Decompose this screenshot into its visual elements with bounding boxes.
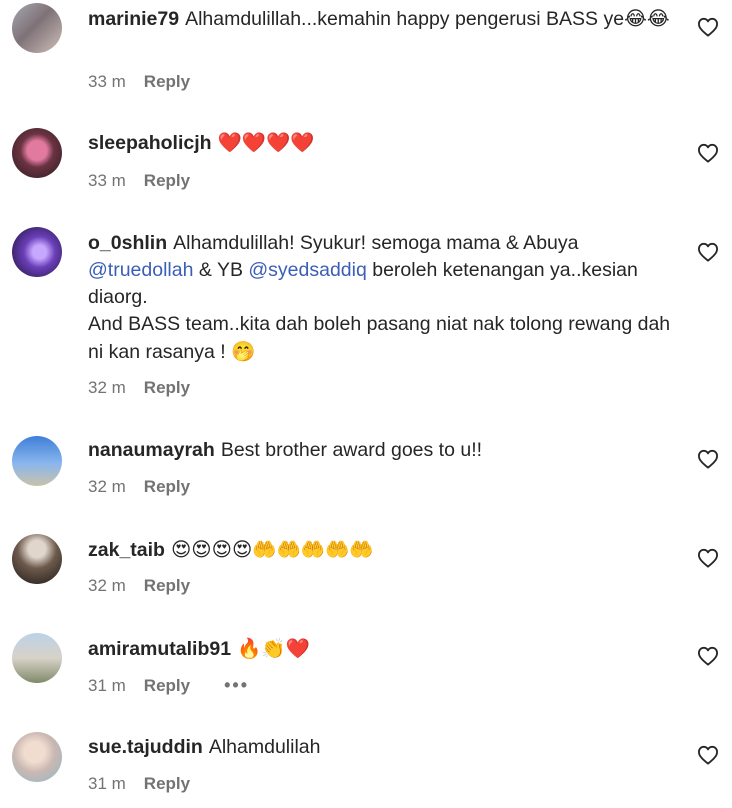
heart-icon[interactable]	[697, 646, 719, 666]
comment-text: Best brother award goes to u!!	[220, 439, 483, 461]
reply-button[interactable]: Reply	[144, 477, 190, 497]
comment-timestamp: 31 m	[88, 675, 126, 695]
comment-meta: 31 m Reply •••	[88, 675, 249, 696]
mention-link[interactable]: @truedollah	[88, 259, 193, 281]
comment-timestamp: 33 m	[88, 171, 126, 190]
reply-button[interactable]: Reply	[144, 171, 190, 191]
comment-body: zak_taib 😍😍😍😍🤲🤲🤲🤲🤲	[88, 536, 673, 564]
comment-text: Alhamdulillah! Syukur! semoga mama & Abu…	[173, 232, 579, 254]
avatar[interactable]	[12, 633, 62, 683]
avatar[interactable]	[12, 534, 62, 584]
comment-timestamp: 33 m	[88, 72, 126, 91]
comment-body: nanaumayrah Best brother award goes to u!…	[88, 437, 673, 464]
comment-emoji: ❤️❤️❤️❤️	[217, 131, 315, 154]
comment-meta: 32 m Reply	[88, 477, 190, 497]
comment-text: & YB	[193, 259, 249, 281]
comment-username[interactable]: amiramutalib91	[88, 638, 231, 660]
heart-icon[interactable]	[697, 143, 719, 163]
comment-body: o_0shlin Alhamdulillah! Syukur! semoga ma…	[88, 230, 673, 366]
comment-meta: 33 m Reply	[88, 72, 190, 92]
heart-icon[interactable]	[697, 449, 719, 469]
comment-timestamp: 32 m	[88, 477, 126, 496]
avatar[interactable]	[12, 128, 62, 178]
mention-link[interactable]: @syedsaddiq	[248, 259, 366, 281]
comment-emoji: 😂😂	[624, 7, 670, 30]
comment-username[interactable]: nanaumayrah	[88, 439, 215, 461]
comment-body: marinie79 Alhamdulillah...kemahin happy p…	[88, 5, 673, 33]
avatar[interactable]	[12, 732, 62, 782]
comment-username[interactable]: zak_taib	[88, 539, 165, 561]
comment-meta: 33 m Reply	[88, 171, 190, 191]
comment-body: amiramutalib91 🔥👏❤️	[88, 635, 673, 663]
comment-username[interactable]: sue.tajuddin	[88, 736, 203, 758]
comment-text: Alhamdulillah...kemahin happy pengerusi …	[185, 8, 625, 30]
heart-icon[interactable]	[697, 745, 719, 765]
comment-timestamp: 31 m	[88, 774, 126, 793]
heart-icon[interactable]	[697, 548, 719, 568]
comment-meta: 32 m Reply	[88, 378, 190, 398]
reply-button[interactable]: Reply	[144, 378, 190, 398]
comment-username[interactable]: sleepaholicjh	[88, 132, 212, 154]
comment-username[interactable]: o_0shlin	[88, 232, 167, 254]
comment-meta: 31 m Reply	[88, 774, 190, 794]
more-options-icon[interactable]: •••	[224, 675, 249, 696]
comment-emoji: 😍😍😍😍🤲🤲🤲🤲🤲	[170, 538, 374, 561]
comment-timestamp: 32 m	[88, 378, 126, 397]
heart-icon[interactable]	[697, 242, 719, 262]
avatar[interactable]	[12, 227, 62, 277]
reply-button[interactable]: Reply	[144, 774, 190, 794]
comment-text: And BASS team..kita dah boleh pasang nia…	[88, 313, 671, 363]
comment-timestamp: 32 m	[88, 576, 126, 595]
comment-meta: 32 m Reply	[88, 576, 190, 596]
comment-emoji: 🔥👏❤️	[237, 637, 310, 660]
reply-button[interactable]: Reply	[144, 72, 190, 92]
comment-text: Alhamdulilah	[208, 736, 321, 758]
avatar[interactable]	[12, 436, 62, 486]
reply-button[interactable]: Reply	[144, 576, 190, 596]
comment-emoji: 🤭	[231, 340, 256, 363]
avatar[interactable]	[12, 3, 62, 53]
reply-button[interactable]: Reply	[144, 676, 190, 696]
comment-body: sleepaholicjh ❤️❤️❤️❤️	[88, 129, 673, 157]
comment-username[interactable]: marinie79	[88, 8, 179, 30]
comment-body: sue.tajuddin Alhamdulilah	[88, 734, 673, 761]
heart-icon[interactable]	[697, 17, 719, 37]
